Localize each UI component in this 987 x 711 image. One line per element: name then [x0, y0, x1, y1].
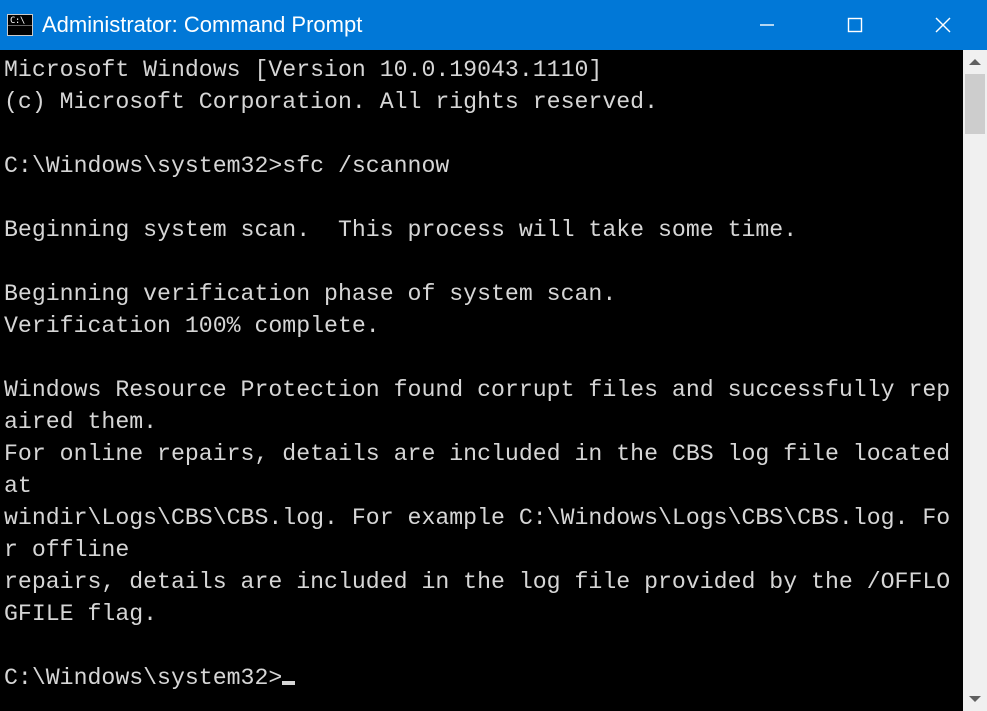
text-result: For online repairs, details are included…	[4, 441, 963, 499]
entered-command: sfc /scannow	[282, 153, 449, 179]
text-version: Microsoft Windows [Version 10.0.19043.11…	[4, 57, 602, 83]
text-cursor	[282, 681, 295, 685]
scroll-up-button[interactable]	[963, 50, 987, 74]
maximize-button[interactable]	[811, 0, 899, 50]
prompt-path: C:\Windows\system32>	[4, 153, 282, 179]
console-output[interactable]: Microsoft Windows [Version 10.0.19043.11…	[0, 50, 963, 711]
window-controls	[723, 0, 987, 50]
scrollbar-track[interactable]	[963, 74, 987, 687]
title-bar[interactable]: Administrator: Command Prompt	[0, 0, 987, 50]
scroll-down-button[interactable]	[963, 687, 987, 711]
cmd-prompt-icon	[7, 14, 33, 36]
close-icon	[933, 15, 953, 35]
command-prompt-window: Administrator: Command Prompt Microsoft	[0, 0, 987, 711]
window-icon-wrap	[0, 0, 40, 50]
chevron-up-icon	[969, 59, 981, 65]
minimize-icon	[758, 16, 776, 34]
maximize-icon	[846, 16, 864, 34]
client-area: Microsoft Windows [Version 10.0.19043.11…	[0, 50, 987, 711]
prompt-path: C:\Windows\system32>	[4, 665, 282, 691]
text-result: Windows Resource Protection found corrup…	[4, 377, 950, 435]
text-copyright: (c) Microsoft Corporation. All rights re…	[4, 89, 658, 115]
text-result: windir\Logs\CBS\CBS.log. For example C:\…	[4, 505, 950, 563]
text-begin-verify: Beginning verification phase of system s…	[4, 281, 616, 307]
minimize-button[interactable]	[723, 0, 811, 50]
close-button[interactable]	[899, 0, 987, 50]
chevron-down-icon	[969, 696, 981, 702]
text-result: repairs, details are included in the log…	[4, 569, 950, 627]
window-title: Administrator: Command Prompt	[40, 12, 723, 38]
text-verify-complete: Verification 100% complete.	[4, 313, 380, 339]
vertical-scrollbar[interactable]	[963, 50, 987, 711]
scrollbar-thumb[interactable]	[965, 74, 985, 134]
text-begin-scan: Beginning system scan. This process will…	[4, 217, 797, 243]
